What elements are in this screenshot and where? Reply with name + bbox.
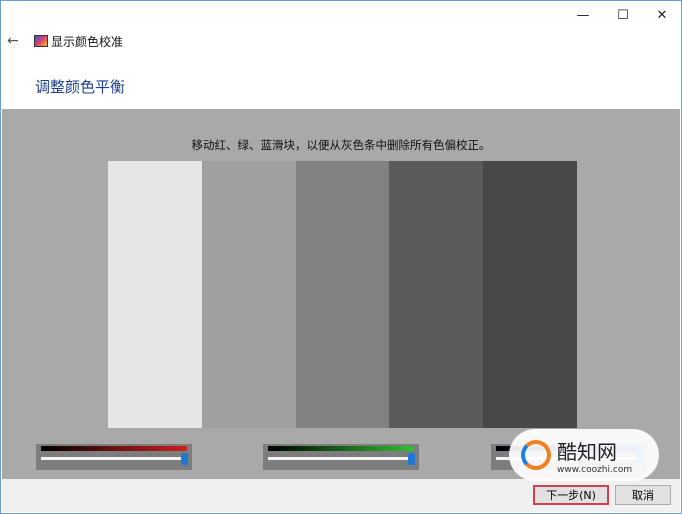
slider-track bbox=[268, 457, 411, 460]
gray-bar bbox=[108, 161, 202, 428]
green-gradient bbox=[268, 446, 414, 451]
window-title: 显示颜色校准 bbox=[51, 35, 124, 49]
instruction-text: 移动红、绿、蓝滑块，以便从灰色条中删除所有色偏校正。 bbox=[191, 138, 491, 152]
gray-bars bbox=[108, 161, 577, 428]
gray-bar bbox=[483, 161, 577, 428]
minimize-button[interactable]: — bbox=[563, 1, 603, 29]
slider-track bbox=[41, 457, 184, 460]
gray-bar bbox=[295, 161, 390, 428]
footer: 下一步(N) 取消 bbox=[2, 479, 680, 512]
watermark-url: www.coozhi.com bbox=[557, 464, 633, 475]
slider-thumb[interactable] bbox=[408, 453, 415, 465]
watermark: 酷知网 www.coozhi.com bbox=[509, 429, 659, 481]
watermark-logo-icon bbox=[521, 440, 551, 470]
gray-bar bbox=[201, 161, 296, 428]
cancel-button[interactable]: 取消 bbox=[615, 485, 671, 505]
back-arrow-icon[interactable]: ← bbox=[7, 33, 19, 49]
red-gradient bbox=[41, 446, 187, 451]
close-button[interactable]: ✕ bbox=[642, 1, 682, 29]
page-title: 调整颜色平衡 bbox=[35, 78, 126, 96]
gray-bar bbox=[389, 161, 484, 428]
red-slider[interactable] bbox=[36, 444, 192, 470]
calibration-area: 移动红、绿、蓝滑块，以便从灰色条中删除所有色偏校正。 bbox=[2, 109, 680, 479]
maximize-button[interactable]: ☐ bbox=[603, 1, 643, 29]
watermark-name: 酷知网 bbox=[557, 439, 617, 464]
slider-thumb[interactable] bbox=[181, 453, 188, 465]
green-slider[interactable] bbox=[263, 444, 419, 470]
next-button[interactable]: 下一步(N) bbox=[533, 485, 609, 505]
window: — ☐ ✕ ← 显示颜色校准 调整颜色平衡 移动红、绿、蓝滑块，以便从灰色条中删… bbox=[0, 0, 682, 514]
display-icon bbox=[34, 35, 48, 47]
